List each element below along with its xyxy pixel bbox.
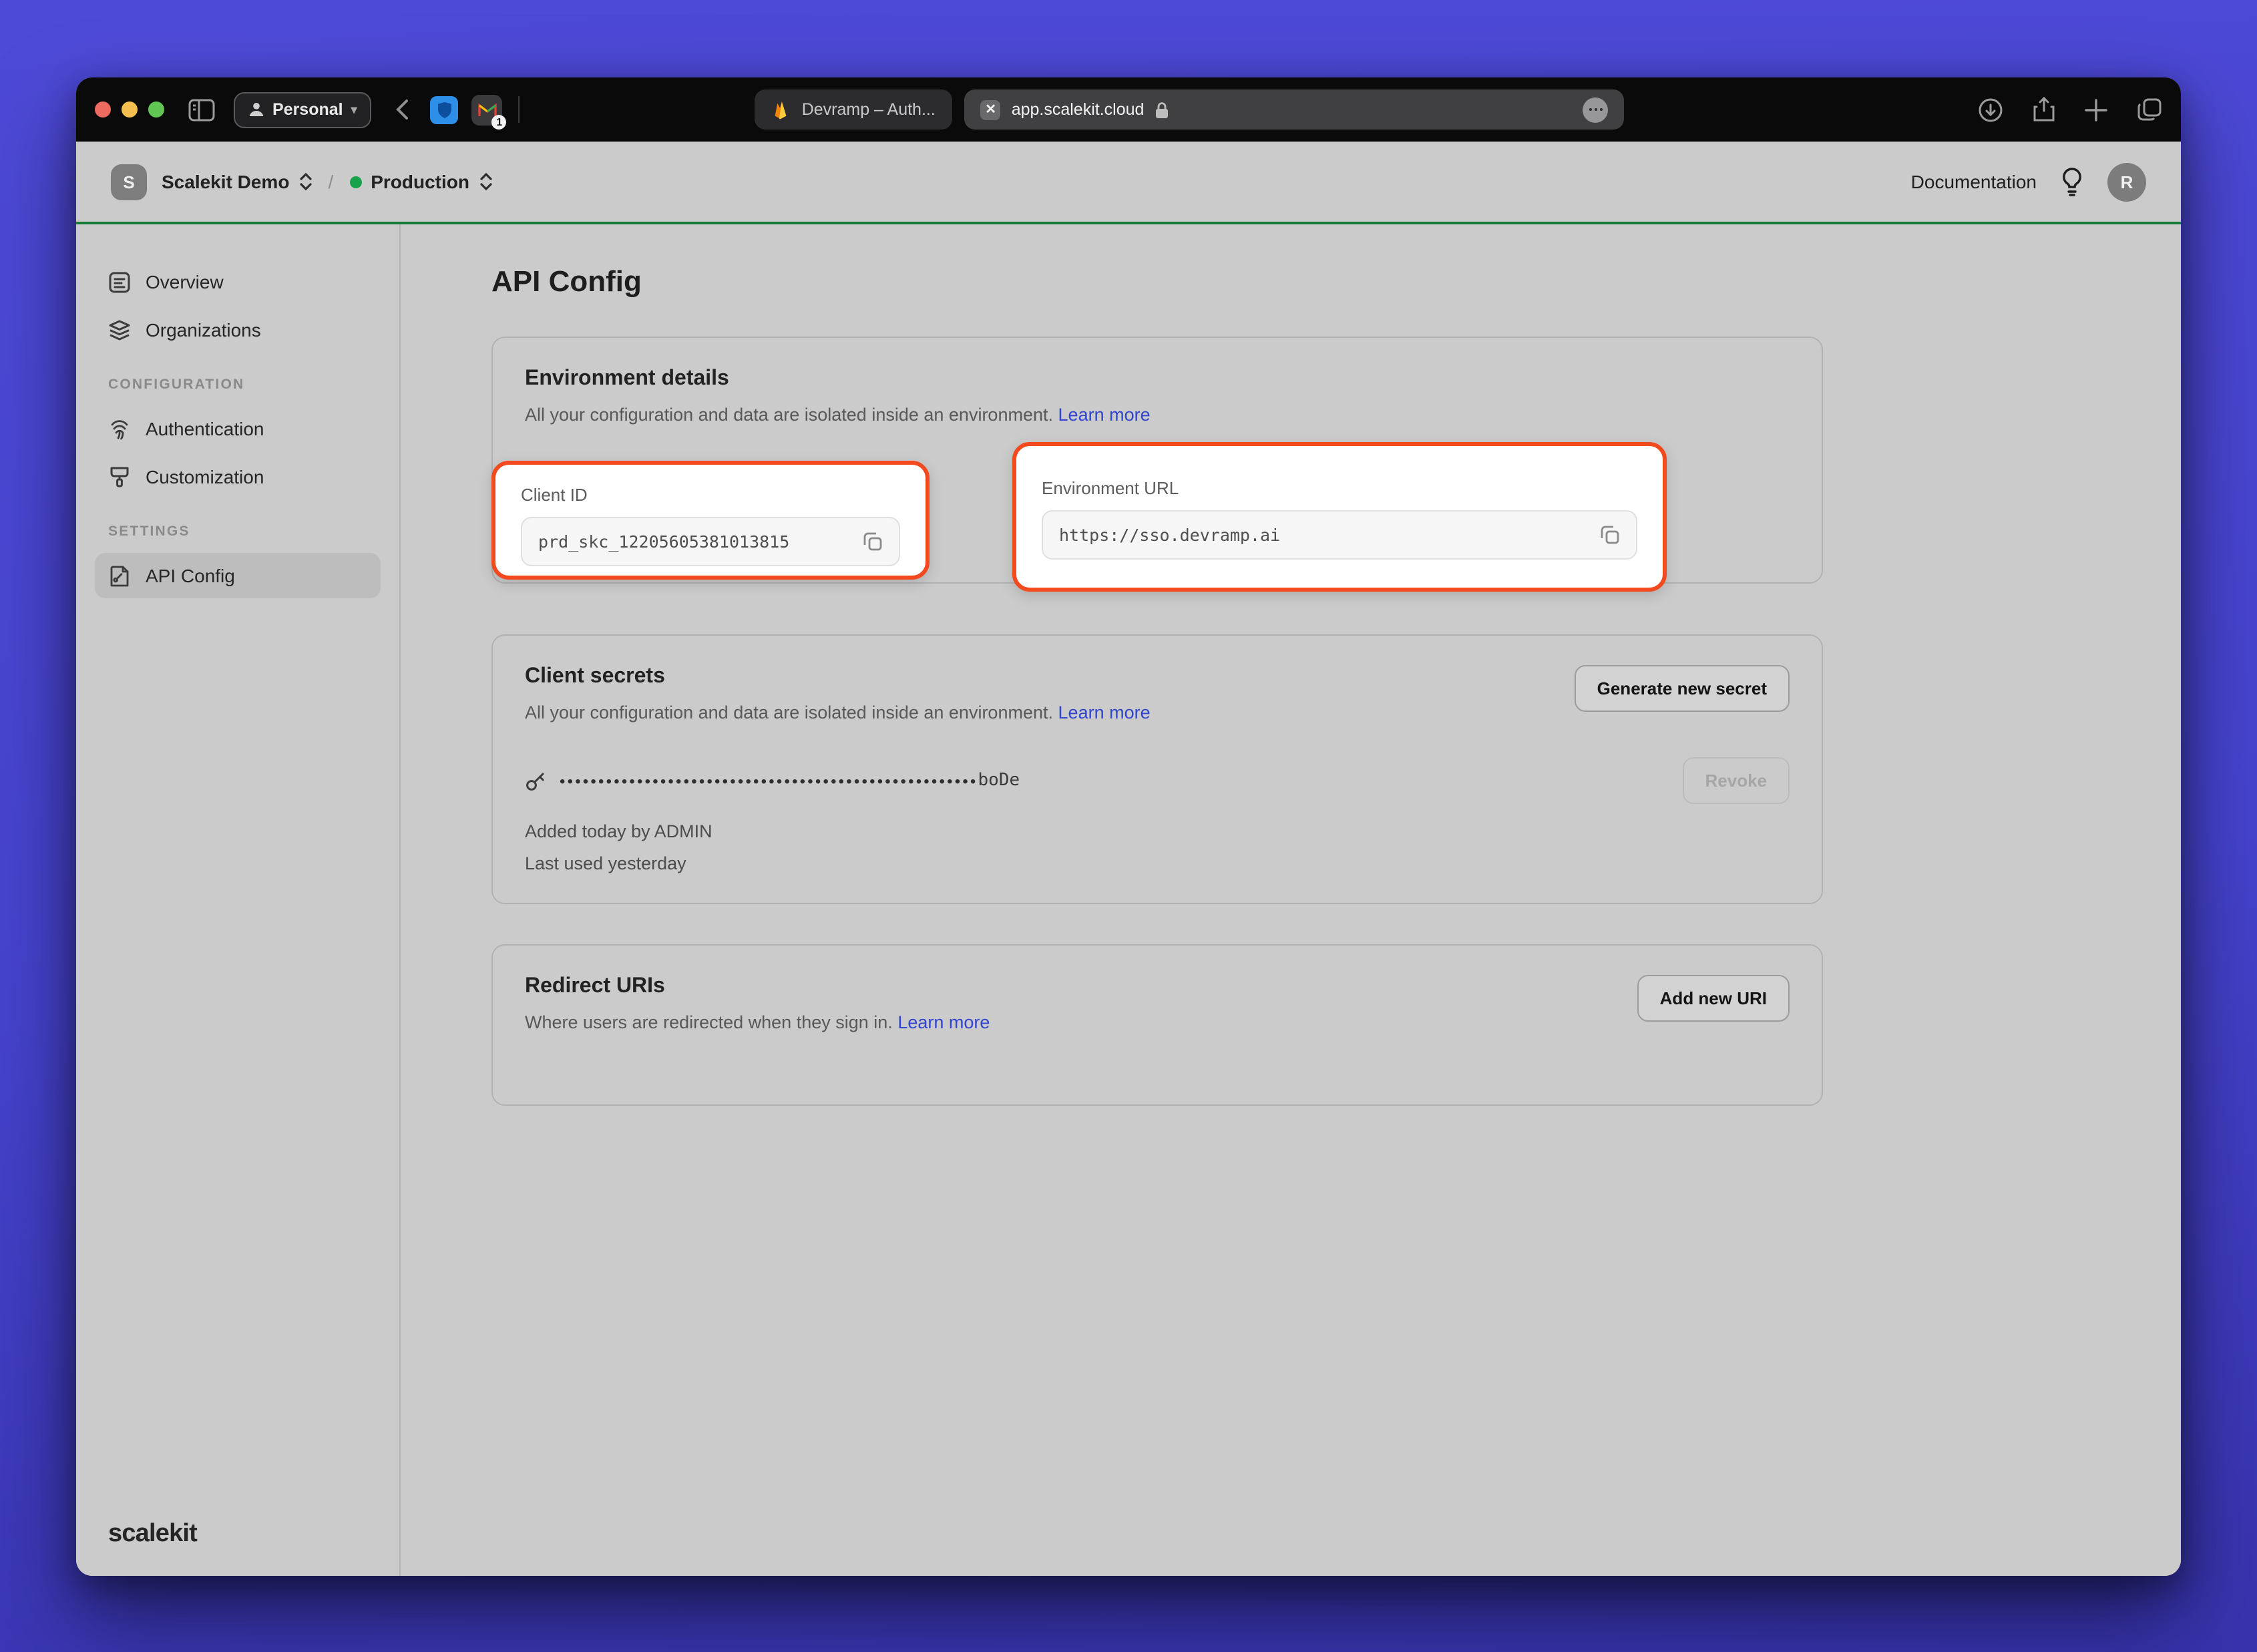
sidebar-item-authentication[interactable]: Authentication	[95, 406, 381, 451]
sidebar-section-settings: SETTINGS	[95, 524, 381, 540]
copy-client-id-button[interactable]	[853, 523, 891, 560]
header-actions: Documentation R	[1911, 162, 2146, 201]
documentation-link[interactable]: Documentation	[1911, 171, 2037, 192]
sidebar-item-label: Authentication	[146, 418, 264, 439]
sidebar-item-label: Overview	[146, 271, 224, 292]
sidebar-item-api-config[interactable]: API Config	[95, 553, 381, 598]
profile-switcher-button[interactable]: Personal ▾	[234, 91, 372, 128]
app-header: S Scalekit Demo / Production	[76, 142, 2181, 224]
key-icon	[525, 770, 546, 791]
card-description: Where users are redirected when they sig…	[525, 1012, 893, 1032]
sidebar-item-label: Customization	[146, 466, 264, 487]
sidebar-item-overview[interactable]: Overview	[95, 259, 381, 304]
card-title: Client secrets	[525, 665, 1151, 689]
toolbar-divider	[519, 96, 520, 123]
new-tab-icon[interactable]	[2085, 98, 2107, 121]
sidebar-item-label: API Config	[146, 565, 235, 586]
breadcrumb-separator: /	[328, 171, 333, 192]
chevron-down-icon: ▾	[351, 102, 357, 117]
window-controls	[95, 101, 164, 118]
secret-last-used-line: Last used yesterday	[525, 853, 1790, 873]
document-lines-icon	[108, 270, 131, 293]
share-icon[interactable]	[2033, 96, 2055, 123]
sidebar-section-configuration: CONFIGURATION	[95, 377, 381, 393]
environment-status-dot	[349, 176, 361, 188]
secret-added-line: Added today by ADMIN	[525, 821, 1790, 841]
tab-title: Devramp – Auth...	[802, 100, 936, 119]
environment-url-label: Environment URL	[1042, 478, 1637, 498]
sidebar-item-customization[interactable]: Customization	[95, 454, 381, 499]
toolbar-actions	[1978, 96, 2162, 123]
sidebar: Overview Organizations CONFIGURATION	[76, 224, 401, 1576]
learn-more-link[interactable]: Learn more	[897, 1012, 990, 1032]
main-content: API Config Environment details All your …	[401, 224, 2181, 1576]
layers-icon	[108, 319, 131, 341]
fingerprint-icon	[108, 417, 131, 440]
tab-url: app.scalekit.cloud	[1012, 100, 1145, 119]
browser-window: Personal ▾ 1	[76, 77, 2181, 1576]
secret-suffix: boDe	[978, 771, 1020, 791]
chevron-updown-icon	[479, 172, 492, 191]
client-id-label: Client ID	[521, 485, 900, 505]
chevron-updown-icon	[298, 172, 312, 191]
environment-url-value: https://sso.devramp.ai	[1059, 525, 1591, 545]
tab-overview-icon[interactable]	[2137, 97, 2162, 122]
generate-new-secret-button[interactable]: Generate new secret	[1575, 665, 1790, 712]
gmail-extension-icon[interactable]: 1	[472, 94, 503, 125]
scalekit-favicon: ✕	[981, 99, 1001, 120]
sidebar-toggle-icon[interactable]	[188, 98, 215, 121]
learn-more-link[interactable]: Learn more	[1058, 702, 1151, 722]
org-switcher[interactable]: Scalekit Demo	[162, 171, 312, 192]
back-button[interactable]	[396, 99, 409, 120]
sidebar-item-label: Organizations	[146, 319, 261, 341]
card-description: All your configuration and data are isol…	[525, 405, 1053, 425]
bitwarden-extension-icon[interactable]	[431, 95, 459, 124]
revoke-button[interactable]: Revoke	[1683, 757, 1790, 804]
org-logo: S	[111, 164, 147, 200]
secret-row: ••••••••••••••••••••••••••••••••••••••••…	[525, 757, 1790, 804]
app-body: Overview Organizations CONFIGURATION	[76, 224, 2181, 1576]
card-title: Redirect URIs	[525, 975, 990, 999]
downloads-icon[interactable]	[1978, 97, 2003, 122]
person-icon	[248, 101, 264, 118]
client-secrets-card: Client secrets All your configuration an…	[491, 634, 1823, 904]
paintbrush-icon	[108, 465, 131, 488]
environment-url-field[interactable]: https://sso.devramp.ai	[1042, 510, 1637, 560]
secret-masked-value: ••••••••••••••••••••••••••••••••••••••••…	[560, 773, 978, 789]
api-file-icon	[108, 564, 131, 587]
card-description: All your configuration and data are isol…	[525, 702, 1053, 722]
lock-icon	[1155, 101, 1168, 118]
gmail-badge: 1	[492, 114, 507, 129]
close-window-button[interactable]	[95, 101, 111, 118]
firebase-flame-icon	[771, 99, 791, 120]
card-title: Environment details	[525, 367, 1790, 391]
minimize-window-button[interactable]	[122, 101, 138, 118]
tab-options-button[interactable]	[1583, 97, 1609, 122]
add-new-uri-button[interactable]: Add new URI	[1637, 975, 1790, 1022]
environment-name: Production	[371, 171, 469, 192]
page-title: API Config	[491, 264, 2181, 299]
copy-environment-url-button[interactable]	[1591, 516, 1628, 554]
tab-scalekit-active[interactable]: ✕ app.scalekit.cloud	[965, 89, 1625, 130]
profile-label: Personal	[272, 100, 343, 119]
client-id-value: prd_skc_12205605381013815	[538, 532, 853, 552]
scalekit-logo: scalekit	[108, 1520, 197, 1549]
org-name: Scalekit Demo	[162, 171, 289, 192]
zoom-window-button[interactable]	[148, 101, 164, 118]
desktop: Personal ▾ 1	[0, 0, 2257, 1652]
client-id-field[interactable]: prd_skc_12205605381013815	[521, 517, 900, 566]
learn-more-link[interactable]: Learn more	[1058, 405, 1151, 425]
browser-toolbar: Personal ▾ 1	[76, 77, 2181, 142]
environment-url-highlight-box: Environment URL https://sso.devramp.ai	[1012, 442, 1667, 592]
user-avatar[interactable]: R	[2107, 162, 2146, 201]
environment-details-card: Environment details All your configurati…	[491, 337, 1823, 584]
tab-devramp[interactable]: Devramp – Auth...	[755, 89, 953, 130]
lightbulb-icon[interactable]	[2061, 167, 2083, 196]
redirect-uris-card: Redirect URIs Where users are redirected…	[491, 944, 1823, 1106]
sidebar-item-organizations[interactable]: Organizations	[95, 307, 381, 353]
environment-switcher[interactable]: Production	[349, 171, 492, 192]
client-id-highlight-box: Client ID prd_skc_12205605381013815	[491, 461, 930, 580]
